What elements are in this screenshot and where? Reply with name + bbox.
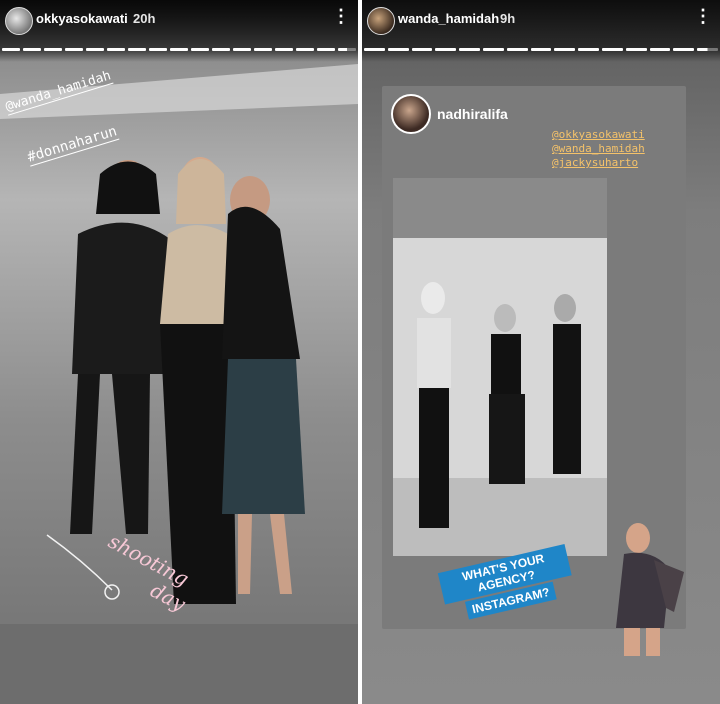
story-progress-bar: [0, 48, 358, 51]
story-header: [362, 0, 720, 62]
more-options-icon[interactable]: ⋮: [694, 6, 712, 27]
mention-tag[interactable]: @jackysuharto: [552, 156, 638, 169]
story-panel-okkyasokawati[interactable]: okkyasokawati 20h ⋮ @wanda_hamidah #donn…: [0, 0, 358, 704]
more-options-icon[interactable]: ⋮: [332, 6, 350, 27]
story-time: 20h: [133, 11, 156, 26]
story-username[interactable]: okkyasokawati: [36, 11, 128, 26]
hand-drawing-icon: [46, 534, 120, 600]
woman-sticker: [616, 523, 684, 656]
mention-tag[interactable]: @okkyasokawati: [552, 128, 645, 141]
story-header: [0, 0, 358, 62]
story-username[interactable]: wanda_hamidah: [398, 11, 499, 26]
mention-tag[interactable]: @wanda_hamidah: [552, 142, 645, 155]
avatar[interactable]: [5, 7, 33, 35]
story-time: 9h: [500, 11, 516, 26]
shared-story-username[interactable]: nadhiralifa: [437, 106, 508, 122]
avatar[interactable]: [367, 7, 395, 35]
shared-photo: [393, 178, 607, 556]
story-panel-wanda-hamidah[interactable]: wanda_hamidah 9h ⋮ nadhiralifa @okkyasok…: [362, 0, 720, 704]
avatar[interactable]: [391, 94, 431, 134]
story-progress-bar: [362, 48, 720, 51]
